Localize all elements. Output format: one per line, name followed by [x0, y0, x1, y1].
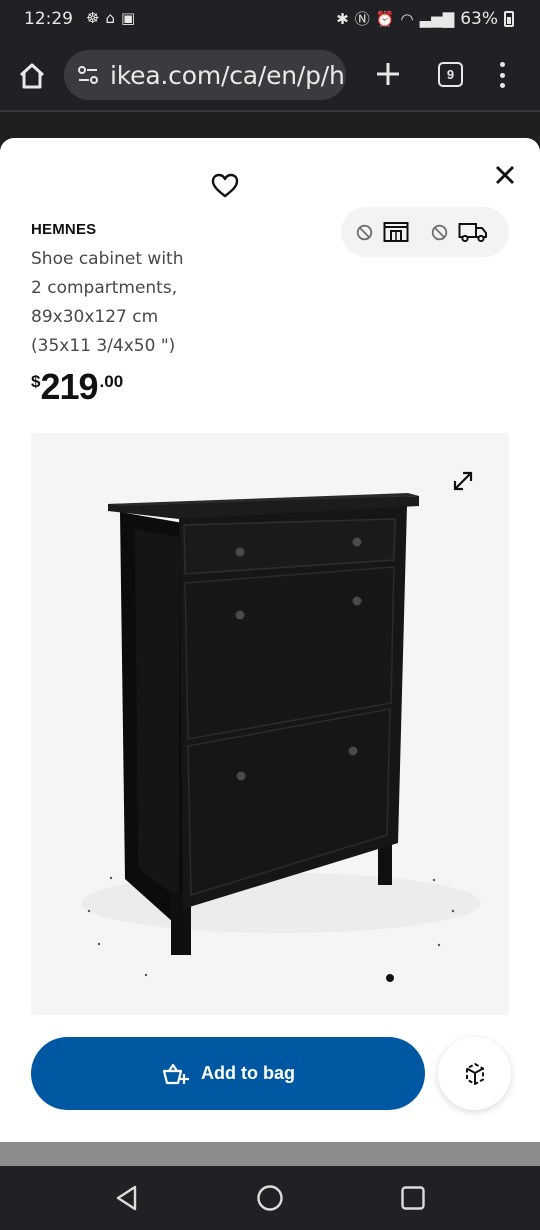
product-price: $ 219 .00 — [31, 366, 123, 408]
accessibility-icon: ☸ — [86, 9, 100, 27]
url-text: ikea.com/ca/en/p/he — [110, 60, 346, 90]
address-bar[interactable]: ikea.com/ca/en/p/he — [64, 50, 346, 100]
more-menu-icon[interactable] — [496, 58, 508, 92]
description-line: (35x11 3/4x50 ") — [31, 336, 176, 356]
shoe-cabinet-image[interactable] — [31, 433, 509, 1015]
truck-icon — [458, 223, 487, 243]
expand-icon[interactable] — [449, 467, 477, 495]
battery-percent: 63% — [460, 9, 498, 29]
bag-icon — [162, 1063, 189, 1084]
ar-view-icon — [465, 1062, 484, 1085]
battery-icon — [504, 11, 514, 27]
description-line: 2 compartments, — [31, 278, 178, 298]
product-image-panel[interactable] — [31, 433, 509, 1015]
ban-icon — [356, 224, 373, 240]
product-sheet: HEMNES Shoe cabinet with 2 compartments,… — [0, 138, 540, 1142]
system-nav-bar — [0, 1166, 540, 1230]
close-icon[interactable] — [492, 162, 518, 188]
price-currency: $ — [31, 372, 41, 391]
page-bottom-strip — [0, 1142, 540, 1166]
status-bar: 12:29 ☸ ⌂ ▣ ✱ Ⓝ ⏰ ◠ ▃▅▇ 63% — [0, 0, 540, 38]
site-settings-icon[interactable] — [76, 63, 100, 87]
back-icon[interactable] — [113, 1184, 141, 1212]
price-integer: 219 — [40, 366, 98, 407]
product-brand: HEMNES — [31, 221, 97, 238]
status-time: 12:29 — [24, 9, 73, 29]
status-right: ✱ Ⓝ ⏰ ◠ ▃▅▇ 63% — [336, 9, 514, 29]
browser-toolbar: ikea.com/ca/en/p/he 9 — [0, 38, 540, 112]
bluetooth-icon: ✱ — [336, 10, 349, 28]
ar-view-button[interactable] — [438, 1037, 511, 1110]
add-to-bag-button[interactable]: Add to bag — [31, 1037, 425, 1110]
description-line: 89x30x127 cm — [31, 307, 159, 327]
image-pagination-dot[interactable] — [386, 974, 394, 982]
description-line: Shoe cabinet with — [31, 249, 184, 269]
home-status-icon: ⌂ — [105, 9, 115, 27]
tab-switcher-button[interactable]: 9 — [438, 62, 463, 87]
recent-apps-icon[interactable] — [399, 1184, 427, 1212]
new-tab-icon[interactable] — [374, 60, 402, 88]
add-to-bag-label: Add to bag — [201, 1063, 295, 1083]
nav-home-icon[interactable] — [256, 1184, 284, 1212]
product-description: Shoe cabinet with 2 compartments, 89x30x… — [31, 245, 183, 361]
store-icon — [383, 222, 409, 242]
price-decimal: .00 — [99, 372, 124, 391]
store-availability — [356, 221, 409, 243]
wifi-icon: ◠ — [400, 10, 414, 28]
alarm-icon: ⏰ — [375, 10, 395, 28]
ban-icon — [431, 224, 448, 240]
signal-icon: ▃▅▇ — [419, 10, 455, 28]
availability-pill[interactable] — [341, 207, 509, 257]
status-left-icons: ☸ ⌂ ▣ — [86, 9, 135, 27]
heart-icon[interactable] — [211, 172, 239, 200]
shop-status-icon: ▣ — [120, 9, 136, 27]
nfc-icon: Ⓝ — [354, 10, 370, 28]
home-icon[interactable] — [16, 60, 48, 92]
delivery-availability — [431, 221, 488, 243]
